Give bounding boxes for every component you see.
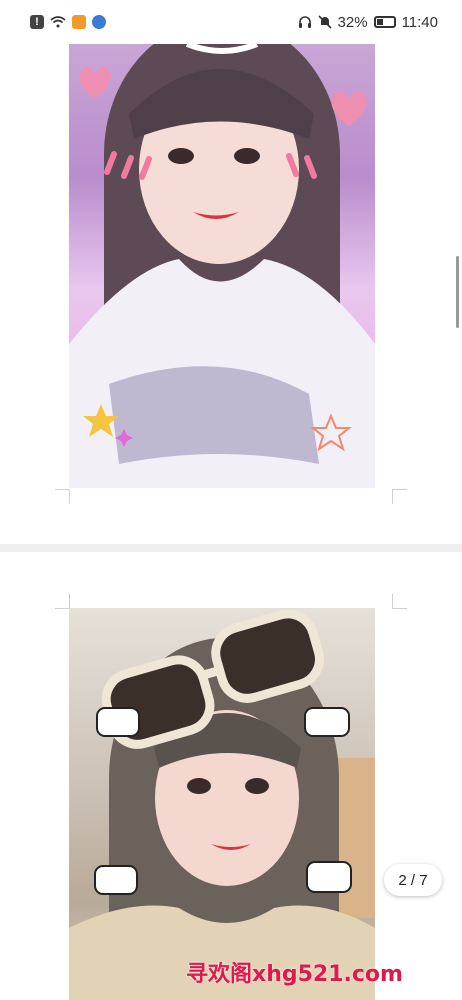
browser-notification-icon [92, 15, 106, 29]
watermark-text: 寻欢阁xhg521.com [186, 962, 403, 987]
battery-icon [373, 16, 396, 28]
battery-percent: 32% [337, 13, 368, 31]
status-left-icons: ! [30, 15, 106, 29]
page-corner-mark [55, 594, 70, 609]
photo-image-1[interactable] [69, 44, 375, 488]
headphones-icon [298, 16, 311, 28]
scrollbar[interactable] [456, 256, 459, 328]
app-notification-icon [72, 15, 86, 29]
status-right-icons: 32% 11:40 [298, 14, 438, 31]
page-corner-mark [392, 489, 407, 504]
photo-image-2[interactable] [69, 608, 375, 1000]
clock-time: 11:40 [401, 13, 438, 31]
wifi-icon [50, 16, 66, 28]
alert-icon: ! [30, 15, 44, 29]
status-bar: ! 32% 11:40 [0, 0, 462, 44]
photo-1-illustration [69, 44, 375, 488]
photo-2-illustration [69, 609, 375, 1000]
page-corner-mark [55, 489, 70, 504]
mute-bell-icon [317, 15, 332, 29]
page-divider [0, 544, 462, 552]
page-corner-mark [392, 594, 407, 609]
page-indicator: 2 / 7 [384, 864, 442, 896]
